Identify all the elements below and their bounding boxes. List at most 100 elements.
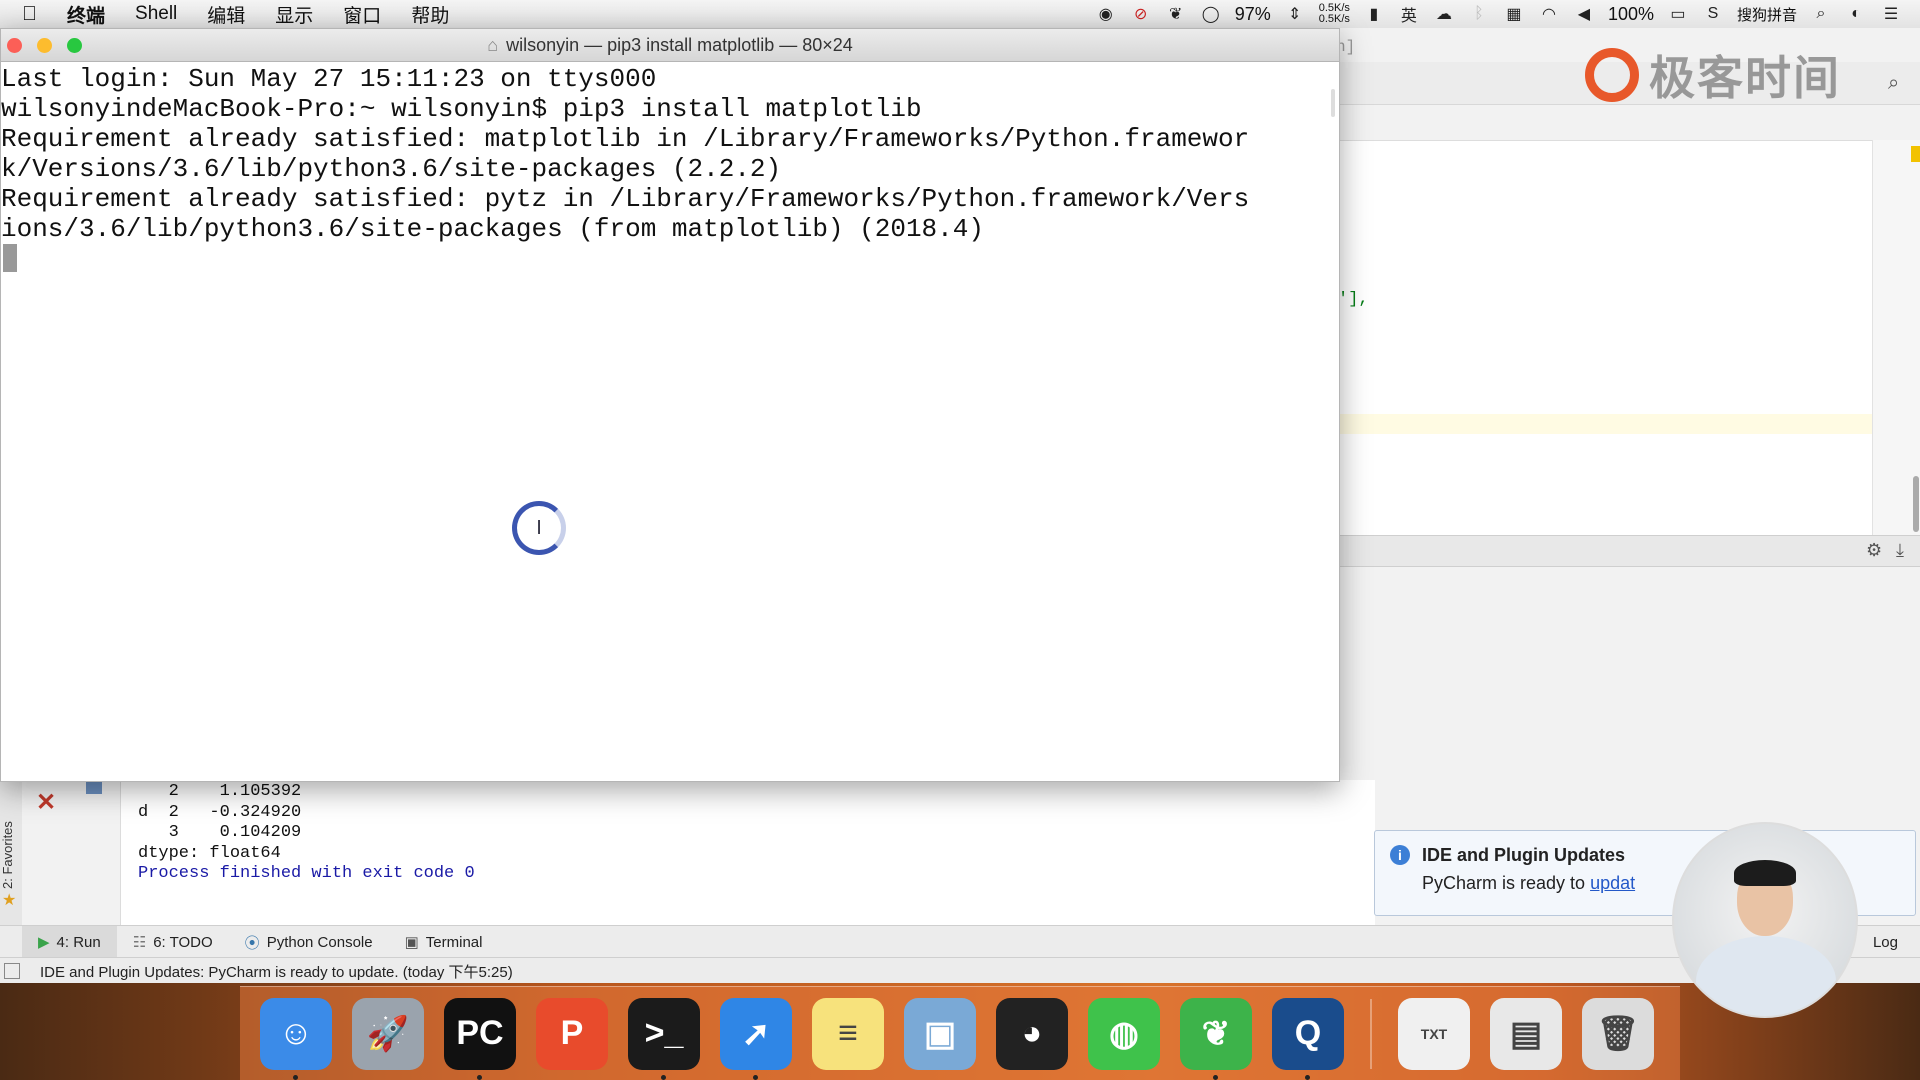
menu-item-terminal[interactable]: 终端 bbox=[67, 1, 105, 28]
record-icon[interactable]: ◉ bbox=[1095, 4, 1117, 24]
status-message[interactable]: IDE and Plugin Updates: PyCharm is ready… bbox=[40, 961, 513, 982]
search-icon[interactable]: ⌕ bbox=[1888, 72, 1899, 95]
todo-icon: ☷ bbox=[132, 934, 147, 951]
input-english-icon[interactable]: 英 bbox=[1398, 4, 1420, 25]
dock-separator bbox=[1370, 998, 1372, 1069]
menu-item-shell[interactable]: Shell bbox=[135, 3, 177, 25]
minimize-window-button[interactable] bbox=[37, 38, 52, 53]
terminal-line: Requirement already satisfied: pytz in /… bbox=[1, 184, 1250, 214]
evernote-status-icon[interactable]: ❦ bbox=[1165, 4, 1187, 24]
tab-todo[interactable]: ☷ 6: TODO bbox=[117, 926, 229, 958]
dock-wechat-icon[interactable]: ◍ bbox=[1088, 997, 1160, 1070]
dock-glyph: 🚀 bbox=[366, 1014, 410, 1053]
code-editor[interactable] bbox=[1336, 140, 1920, 536]
run-toolbar: ✕ bbox=[22, 780, 121, 925]
terminal-line: k/Versions/3.6/lib/python3.6/site-packag… bbox=[1, 154, 782, 184]
terminal-scrollbar[interactable] bbox=[1331, 89, 1335, 117]
terminal-window[interactable]: ⌂ wilsonyin — pip3 install matplotlib — … bbox=[0, 28, 1340, 782]
output-line: 3 0.104209 bbox=[138, 823, 302, 842]
status-toggle-icon[interactable] bbox=[4, 963, 20, 979]
loading-spinner-icon: I bbox=[512, 501, 566, 555]
terminal-icon: ▣ bbox=[404, 934, 419, 951]
running-indicator bbox=[661, 1074, 666, 1080]
dock-glyph: ➚ bbox=[741, 1014, 771, 1053]
dock-glyph: 🗑 bbox=[1596, 1014, 1640, 1053]
dock-screenshot-icon[interactable]: ▤ bbox=[1490, 997, 1562, 1070]
info-icon: i bbox=[1390, 845, 1410, 865]
code-fragment: '], bbox=[1338, 290, 1369, 309]
dock-glyph: P bbox=[560, 1014, 584, 1052]
editor-scrollbar[interactable] bbox=[1872, 140, 1920, 535]
hide-panel-icon[interactable]: ⤓ bbox=[1896, 540, 1904, 561]
dock-trash-icon[interactable]: 🗑 bbox=[1582, 997, 1654, 1070]
layout-icon[interactable] bbox=[86, 782, 102, 794]
dock-glyph: PC bbox=[456, 1014, 504, 1052]
tab-python-console[interactable]: ⦿ Python Console bbox=[229, 926, 389, 958]
dock-preview-icon[interactable]: ▣ bbox=[904, 997, 976, 1070]
dock-glyph: Q bbox=[1294, 1014, 1322, 1052]
update-link[interactable]: updat bbox=[1590, 873, 1635, 893]
dock-finder-icon[interactable]: ☺ bbox=[260, 997, 332, 1080]
dock-evernote-icon[interactable]: ❦ bbox=[1180, 997, 1252, 1080]
output-line: dtype: float64 bbox=[138, 843, 281, 863]
wifi-icon[interactable]: ◠ bbox=[1538, 4, 1560, 24]
zoom-window-button[interactable] bbox=[67, 38, 82, 53]
timer-icon[interactable]: ⊘ bbox=[1130, 4, 1152, 24]
siri-icon[interactable]: ◐ bbox=[1845, 4, 1867, 24]
home-folder-icon: ⌂ bbox=[487, 34, 499, 55]
terminal-content[interactable]: Last login: Sun May 27 15:11:23 on ttys0… bbox=[1, 64, 1331, 244]
bluetooth-icon[interactable]: ᛒ bbox=[1468, 4, 1490, 24]
notification-center-icon[interactable]: ☰ bbox=[1880, 4, 1902, 24]
running-indicator bbox=[1305, 1074, 1310, 1080]
dock-quicktime-icon[interactable]: Q bbox=[1272, 997, 1344, 1080]
menu-bar:  终端 Shell 编辑 显示 窗口 帮助 ◉ ⊘ ❦ ◯ 97% ⇕ 0.5… bbox=[0, 0, 1920, 29]
ime-label[interactable]: 搜狗拼音 bbox=[1737, 4, 1797, 25]
tab-run[interactable]: ▶ 4: Run bbox=[22, 926, 117, 958]
dock: ☺ 🚀 PC P >_ ➚ ≡ ▣ ◕ ◍ ❦ Q TXT ▤ 🗑 bbox=[240, 986, 1680, 1080]
keyboard-icon[interactable]: ▦ bbox=[1503, 4, 1525, 24]
dock-txt-document-icon[interactable]: TXT bbox=[1398, 997, 1470, 1070]
menu-item-window[interactable]: 窗口 bbox=[343, 1, 381, 28]
menu-item-help[interactable]: 帮助 bbox=[411, 1, 449, 28]
terminal-titlebar[interactable]: ⌂ wilsonyin — pip3 install matplotlib — … bbox=[1, 29, 1339, 62]
notification-title: IDE and Plugin Updates bbox=[1422, 845, 1626, 865]
dock-pycharm-icon[interactable]: PC bbox=[444, 997, 516, 1080]
menu-item-view[interactable]: 显示 bbox=[275, 1, 313, 28]
gear-icon[interactable]: ⚙ bbox=[1866, 540, 1882, 561]
current-line-highlight bbox=[1336, 414, 1872, 434]
output-line: d 2 -0.324920 bbox=[138, 802, 302, 822]
dock-notes-icon[interactable]: ≡ bbox=[812, 997, 884, 1070]
apple-menu-icon[interactable]:  bbox=[22, 3, 37, 26]
dock-glyph: ❦ bbox=[1201, 1014, 1231, 1053]
dock-wps-icon[interactable]: P bbox=[536, 997, 608, 1070]
menu-item-edit[interactable]: 编辑 bbox=[207, 1, 245, 28]
dock-launchpad-icon[interactable]: 🚀 bbox=[352, 997, 424, 1070]
dock-glyph: >_ bbox=[644, 1014, 684, 1052]
exit-code-line: Process finished with exit code 0 bbox=[138, 864, 475, 883]
tab-terminal[interactable]: ▣ Terminal bbox=[389, 926, 499, 958]
status-bar: IDE and Plugin Updates: PyCharm is ready… bbox=[0, 957, 1920, 984]
terminal-title: wilsonyin — pip3 install matplotlib — 80… bbox=[506, 34, 853, 55]
close-run-icon[interactable]: ✕ bbox=[36, 788, 56, 817]
brand-logo-icon bbox=[1585, 48, 1639, 102]
circle-icon[interactable]: ◯ bbox=[1200, 4, 1222, 24]
dock-terminal-icon[interactable]: >_ bbox=[628, 997, 700, 1080]
dock-glyph: ≡ bbox=[838, 1014, 858, 1052]
tab-event-log[interactable]: Log bbox=[1873, 934, 1920, 951]
favorites-star-icon: ★ bbox=[2, 892, 17, 909]
dock-glyph: ◕ bbox=[1021, 1014, 1043, 1052]
cloud-icon[interactable]: ☁ bbox=[1433, 4, 1455, 24]
dock-safari-icon[interactable]: ➚ bbox=[720, 997, 792, 1080]
volume-icon[interactable]: ◀ bbox=[1573, 4, 1595, 24]
close-window-button[interactable] bbox=[7, 38, 22, 53]
dock-glyph: ▤ bbox=[1509, 1014, 1543, 1053]
sogou-icon[interactable]: S bbox=[1702, 4, 1724, 24]
battery-charging-icon[interactable]: ▭ bbox=[1667, 4, 1689, 24]
spotlight-search-icon[interactable]: ⌕ bbox=[1810, 4, 1832, 24]
mic-icon[interactable]: ▮ bbox=[1363, 4, 1385, 24]
terminal-cursor bbox=[3, 244, 17, 272]
dock-qq-icon[interactable]: ◕ bbox=[996, 997, 1068, 1070]
scroll-thumb[interactable] bbox=[1913, 476, 1919, 532]
notification-body: PyCharm is ready to updat bbox=[1422, 873, 1635, 894]
code-string: '], bbox=[1338, 290, 1369, 309]
